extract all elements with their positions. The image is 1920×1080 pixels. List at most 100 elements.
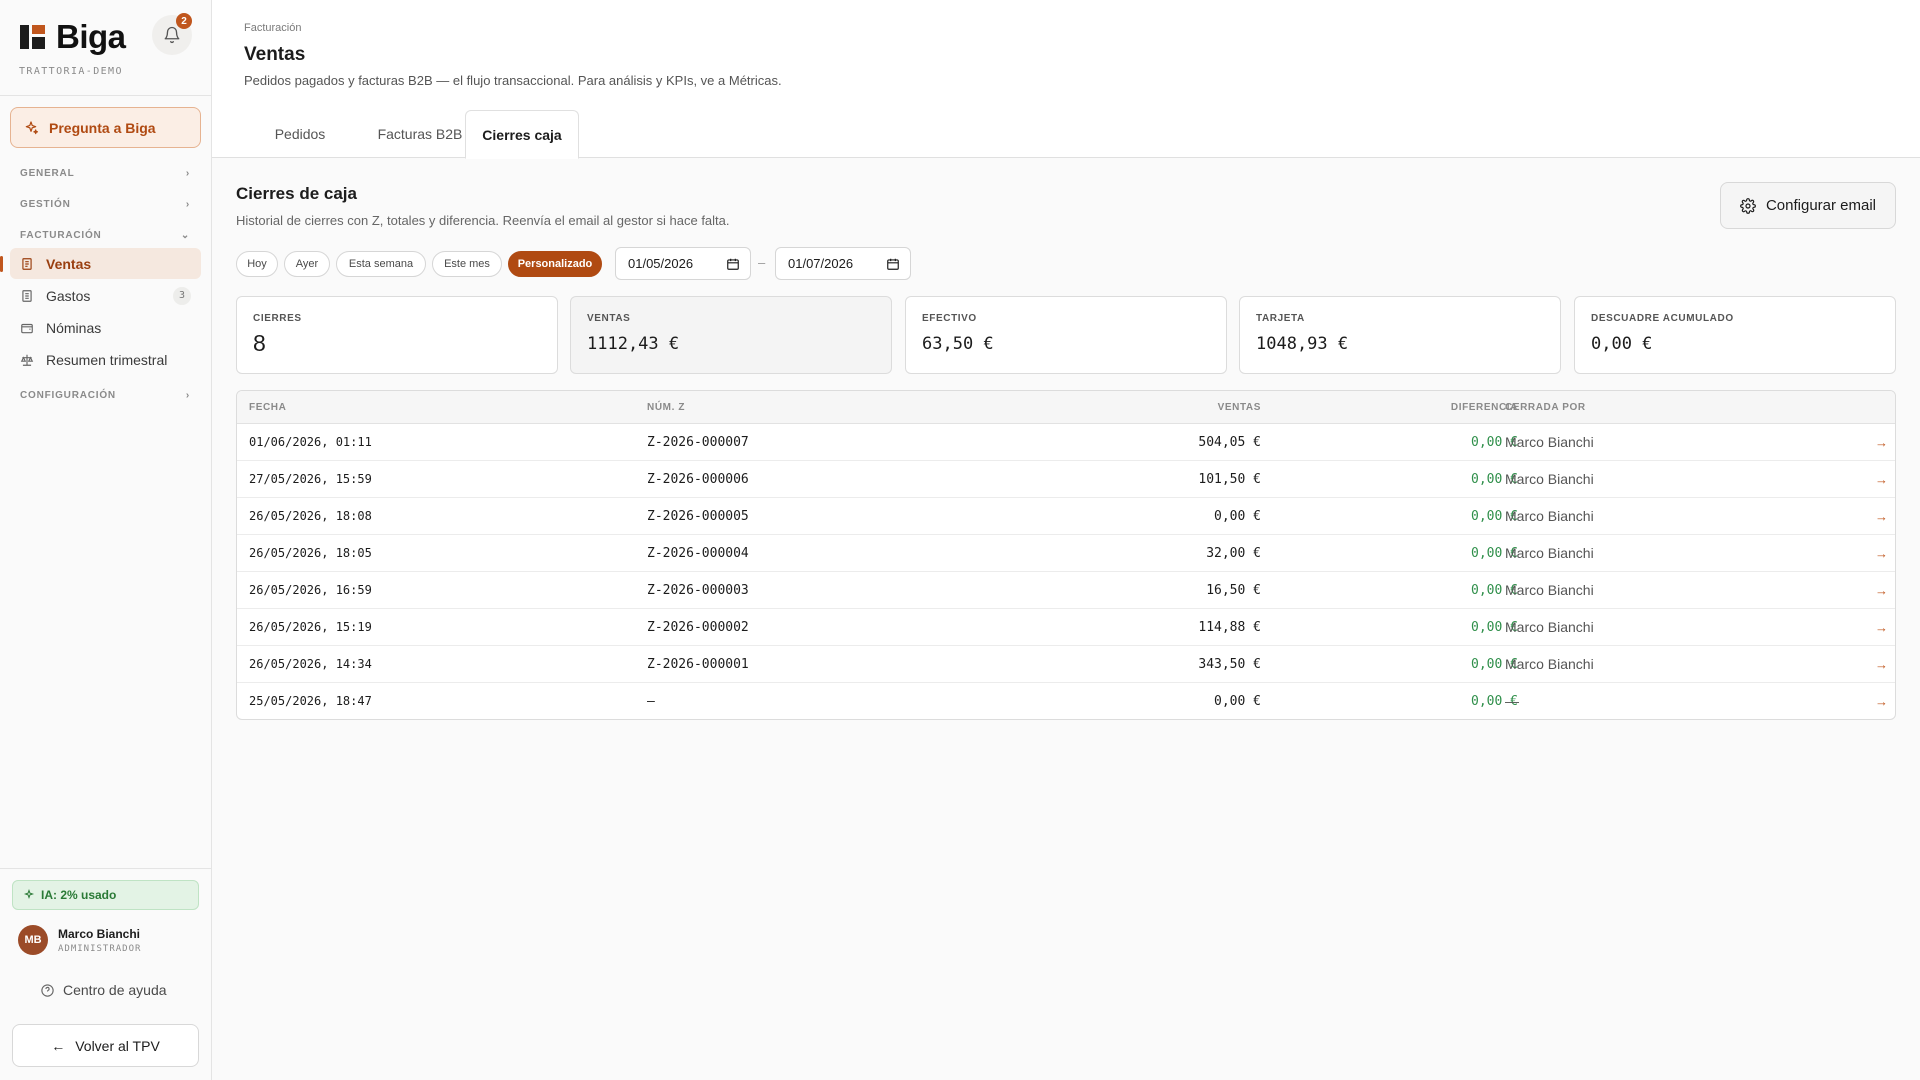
cell-ventas: 0,00 € [1214, 509, 1261, 524]
date-separator: – [758, 255, 766, 270]
configure-email-button[interactable]: Configurar email [1720, 182, 1896, 229]
cell-ventas: 32,00 € [1206, 546, 1261, 561]
sidebar-item-gastos[interactable]: Gastos 3 [10, 280, 201, 311]
document-icon [22, 289, 32, 302]
cell-fecha: 26/05/2026, 16:59 [249, 583, 372, 597]
cell-diferencia: 0,00 € [1471, 583, 1518, 598]
brand-name: Biga [56, 18, 126, 55]
filter-esta-semana[interactable]: Esta semana [336, 251, 426, 277]
column-header-cerrada-por[interactable]: CERRADA POR [1505, 402, 1586, 413]
table-row[interactable]: 26/05/2026, 14:34 Z-2026-000001 343,50 € 0,… [237, 646, 1895, 683]
ask-biga-button[interactable]: Pregunta a Biga [10, 107, 201, 148]
brand-logo[interactable]: Biga [20, 18, 126, 56]
cell-num-z: Z-2026-000001 [647, 657, 749, 672]
date-from-value: 01/05/2026 [628, 256, 694, 271]
cell-num-z: Z-2026-000007 [647, 435, 749, 450]
arrow-right-icon[interactable]: → [1875, 509, 1888, 524]
back-to-tpv-button[interactable]: ← Volver al TPV [12, 1024, 199, 1067]
date-to-value: 01/07/2026 [788, 256, 854, 271]
cell-cerrada-por: Marco Bianchi [1505, 582, 1594, 598]
sidebar-item-nominas[interactable]: Nóminas [10, 312, 201, 343]
kpi-label: DESCUADRE ACUMULADO [1591, 313, 1734, 324]
ia-usage-badge: IA: 2% usado [12, 880, 199, 910]
avatar: MB [18, 925, 48, 955]
biga-logo-icon [20, 23, 48, 51]
cell-num-z: Z-2026-000003 [647, 583, 749, 598]
cell-num-z: Z-2026-000005 [647, 509, 749, 524]
date-to-input[interactable]: 01/07/2026 [775, 247, 911, 280]
kpi-label: CIERRES [253, 313, 302, 324]
arrow-right-icon[interactable]: → [1875, 472, 1888, 487]
cell-ventas: 114,88 € [1198, 620, 1261, 635]
table-row[interactable]: 26/05/2026, 18:05 Z-2026-000004 32,00 € 0,0… [237, 535, 1895, 572]
table-row[interactable]: 25/05/2026, 18:47—0,00 €0,00 € — → [237, 683, 1895, 719]
cell-num-z: — [647, 694, 655, 709]
divider [0, 95, 211, 96]
column-header-num-z[interactable]: NÚM. Z [647, 402, 685, 413]
column-header-fecha[interactable]: FECHA [249, 402, 286, 413]
arrow-right-icon[interactable]: → [1875, 694, 1888, 709]
cell-ventas: 0,00 € [1214, 694, 1261, 709]
user-role: ADMINISTRADOR [58, 943, 142, 954]
help-center-link[interactable]: Centro de ayuda [40, 982, 167, 998]
kpi-value: 1048,93 € [1256, 334, 1349, 354]
sidebar-item-ventas[interactable]: Ventas [10, 248, 201, 279]
arrow-right-icon[interactable]: → [1875, 583, 1888, 598]
arrow-right-icon[interactable]: → [1875, 620, 1888, 635]
cell-num-z: Z-2026-000002 [647, 620, 749, 635]
filter-personalizado[interactable]: Personalizado [508, 251, 602, 277]
tab-facturas-b2b[interactable]: Facturas B2B [358, 110, 482, 158]
date-from-input[interactable]: 01/05/2026 [615, 247, 751, 280]
arrow-right-icon[interactable]: → [1875, 657, 1888, 672]
cell-cerrada-por: Marco Bianchi [1505, 619, 1594, 635]
sidebar-item-resumen-trimestral[interactable]: Resumen trimestral [10, 344, 201, 375]
section-subtitle: Historial de cierres con Z, totales y di… [236, 213, 730, 228]
tab-pedidos[interactable]: Pedidos [242, 110, 358, 158]
filter-ayer[interactable]: Ayer [284, 251, 330, 277]
chevron-right-icon: › [185, 199, 190, 210]
cell-diferencia: 0,00 € [1471, 620, 1518, 635]
kpi-label: EFECTIVO [922, 313, 977, 324]
kpi-value: 63,50 € [922, 334, 994, 354]
table-row[interactable]: 26/05/2026, 18:08 Z-2026-000005 0,00 € 0,00… [237, 498, 1895, 535]
arrow-right-icon[interactable]: → [1875, 546, 1888, 561]
help-center-label: Centro de ayuda [63, 982, 167, 998]
section-general[interactable]: GENERAL › [20, 168, 190, 179]
arrow-right-icon[interactable]: → [1875, 435, 1888, 450]
sidebar-item-label: Resumen trimestral [46, 351, 168, 368]
tab-cierres-caja[interactable]: Cierres caja [465, 110, 579, 159]
filter-este-mes[interactable]: Este mes [432, 251, 502, 277]
section-facturacion-label: FACTURACIÓN [20, 230, 102, 241]
kpi-efectivo: EFECTIVO 63,50 € [905, 296, 1227, 374]
user-name: Marco Bianchi [58, 926, 141, 941]
section-facturacion[interactable]: FACTURACIÓN ⌄ [20, 230, 190, 241]
scale-icon [20, 354, 34, 366]
column-header-ventas[interactable]: VENTAS [1097, 402, 1261, 413]
table-row[interactable]: 26/05/2026, 15:19 Z-2026-000002 114,88 € 0,… [237, 609, 1895, 646]
breadcrumb[interactable]: Facturación [244, 22, 301, 34]
cell-fecha: 27/05/2026, 15:59 [249, 472, 372, 486]
section-gestion-label: GESTIÓN [20, 199, 71, 210]
page-subtitle: Pedidos pagados y facturas B2B — el fluj… [244, 73, 782, 88]
table-row[interactable]: 01/06/2026, 01:11 Z-2026-000007 504,05 € 0,… [237, 424, 1895, 461]
sidebar-item-label: Ventas [46, 255, 92, 272]
closures-table: FECHA NÚM. Z VENTAS DIFERENCIA CERRADA P… [236, 390, 1896, 720]
sparkle-icon [25, 120, 39, 134]
section-gestion[interactable]: GESTIÓN › [20, 199, 190, 210]
cell-cerrada-por: Marco Bianchi [1505, 656, 1594, 672]
sidebar: Biga TRATTORIA-DEMO 2 Pregunta a Biga GE… [0, 0, 212, 1080]
table-body: 01/06/2026, 01:11 Z-2026-000007 504,05 € 0,… [237, 424, 1895, 719]
table-row[interactable]: 27/05/2026, 15:59 Z-2026-000006 101,50 € 0,… [237, 461, 1895, 498]
kpi-value: 0,00 € [1591, 334, 1653, 354]
kpi-label: VENTAS [587, 313, 631, 324]
cell-diferencia: 0,00 € [1471, 546, 1518, 561]
section-configuracion[interactable]: CONFIGURACIÓN › [20, 390, 190, 401]
chevron-right-icon: › [185, 168, 190, 179]
column-header-diferencia[interactable]: DIFERENCIA [1337, 402, 1518, 413]
filter-hoy[interactable]: Hoy [236, 251, 278, 277]
table-row[interactable]: 26/05/2026, 16:59 Z-2026-000003 16,50 € 0,0… [237, 572, 1895, 609]
notifications-button[interactable]: 2 [152, 13, 192, 55]
page-header: Facturación Ventas Pedidos pagados y fac… [212, 0, 1920, 159]
page-title: Ventas [244, 44, 306, 65]
user-profile[interactable]: MB Marco Bianchi ADMINISTRADOR [18, 925, 141, 955]
